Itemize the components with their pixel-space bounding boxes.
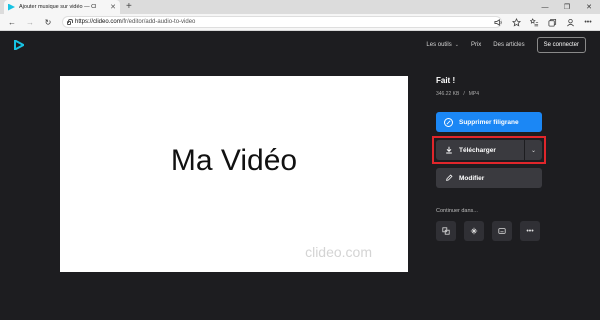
subtitles-tool-button[interactable]: [492, 221, 512, 241]
url-text: https://clideo.com/fr/editor/add-audio-t…: [75, 19, 195, 25]
main-nav: Les outils ⌄ Prix Des articles Se connec…: [426, 37, 586, 53]
download-label: Télécharger: [459, 146, 496, 154]
nav-articles[interactable]: Des articles: [493, 42, 524, 48]
continue-in-label: Continuer dans...: [436, 208, 478, 214]
minimize-button[interactable]: —: [534, 0, 556, 14]
url-host: https://clideo.com: [75, 19, 122, 25]
collections-icon[interactable]: [546, 16, 558, 28]
browser-toolbar: ← → ↻ https://clideo.com/fr/editor/add-a…: [0, 14, 600, 31]
video-preview[interactable]: Ma Vidéo clideo.com: [60, 76, 408, 272]
nav-pricing[interactable]: Prix: [471, 42, 481, 48]
clideo-logo-icon[interactable]: [14, 40, 24, 50]
download-icon: [444, 146, 453, 155]
favorite-star-icon[interactable]: [510, 16, 522, 28]
browser-toolbar-icons: •••: [492, 16, 594, 28]
download-button[interactable]: Télécharger: [436, 140, 524, 160]
effects-tool-button[interactable]: [464, 221, 484, 241]
read-aloud-icon[interactable]: [492, 16, 504, 28]
tab-title: Ajouter musique sur vidéo — Cl: [19, 4, 97, 10]
window-controls: — ❐ ✕: [534, 0, 600, 14]
edit-button[interactable]: Modifier: [436, 168, 542, 188]
download-options-chevron-icon[interactable]: ⌄: [525, 140, 542, 160]
address-bar[interactable]: https://clideo.com/fr/editor/add-audio-t…: [62, 16, 502, 28]
watermark-remove-icon: [444, 117, 453, 127]
more-options-icon[interactable]: •••: [582, 16, 594, 28]
close-window-button[interactable]: ✕: [578, 0, 600, 14]
tab-close-icon[interactable]: ✕: [110, 3, 116, 11]
nav-tools[interactable]: Les outils ⌄: [426, 42, 459, 48]
video-preview-text: Ma Vidéo: [170, 144, 298, 177]
browser-tab[interactable]: Ajouter musique sur vidéo — Cl ✕: [4, 0, 120, 14]
merge-icon: [442, 227, 450, 235]
browser-tab-bar: Ajouter musique sur vidéo — Cl ✕ + — ❐ ✕: [0, 0, 600, 14]
file-meta: 346.22 KB / MP4: [436, 91, 546, 97]
chevron-down-icon: ⌄: [454, 42, 459, 48]
reload-icon[interactable]: ↻: [42, 16, 54, 28]
remove-watermark-button[interactable]: Supprimer filigrane: [436, 112, 542, 132]
nav-tools-label: Les outils: [426, 42, 452, 48]
pencil-icon: [444, 174, 453, 183]
merge-tool-button[interactable]: [436, 221, 456, 241]
sign-in-button[interactable]: Se connecter: [536, 37, 586, 53]
sparkle-icon: [470, 227, 478, 235]
result-panel: Fait ! 346.22 KB / MP4 Supprimer filigra…: [432, 76, 546, 241]
site-header: Les outils ⌄ Prix Des articles Se connec…: [0, 32, 600, 58]
url-path: /fr/editor/add-audio-to-video: [121, 19, 196, 25]
more-tools-button[interactable]: •••: [520, 221, 540, 241]
favorites-list-icon[interactable]: [528, 16, 540, 28]
edit-label: Modifier: [459, 174, 485, 182]
profile-icon[interactable]: [564, 16, 576, 28]
clideo-favicon-icon: [8, 3, 15, 11]
lock-icon: [67, 19, 73, 25]
continue-actions: •••: [436, 221, 540, 241]
done-title: Fait !: [436, 76, 456, 85]
file-size: 346.22 KB: [436, 91, 460, 97]
forward-arrow-icon[interactable]: →: [24, 16, 36, 28]
maximize-button[interactable]: ❐: [556, 0, 578, 14]
file-format: MP4: [468, 91, 480, 97]
subtitles-icon: [498, 228, 506, 234]
new-tab-button[interactable]: +: [126, 1, 132, 13]
remove-watermark-label: Supprimer filigrane: [459, 118, 519, 126]
back-arrow-icon[interactable]: ←: [6, 16, 18, 28]
file-meta-separator: /: [463, 91, 465, 97]
watermark-text: clideo.com: [305, 244, 372, 260]
